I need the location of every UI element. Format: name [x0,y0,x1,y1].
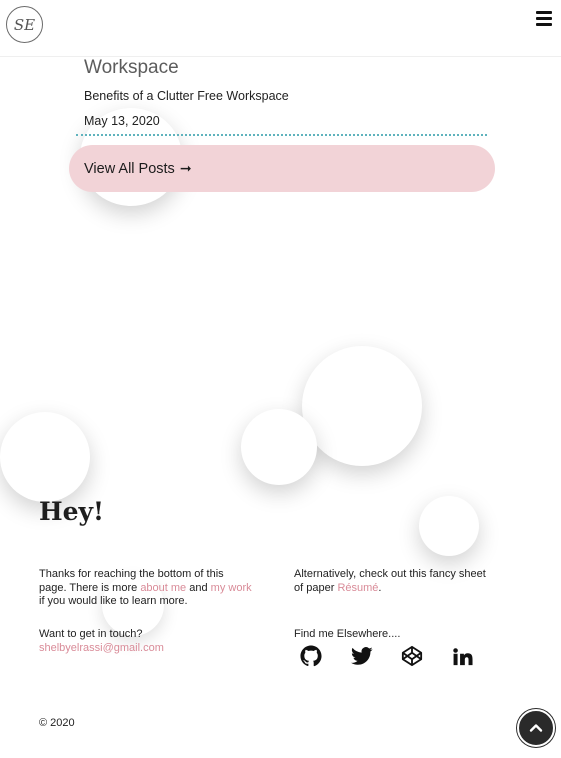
footer-resume-text: Alternatively, check out this fancy shee… [294,568,486,594]
twitter-icon[interactable] [351,645,373,667]
post-subtitle: Benefits of a Clutter Free Workspace [84,89,289,103]
post-divider [76,134,487,136]
decorative-bubble [302,346,422,466]
footer-contact-text: Want to get in touch? shelbyelrassi@gmai… [39,628,164,654]
logo-monogram: SE [13,15,36,34]
site-logo[interactable]: SE [6,6,43,43]
resume-link[interactable]: Résumé [337,582,378,594]
hamburger-menu-icon[interactable] [536,11,552,26]
find-me-elsewhere-label: Find me Elsewhere.... [294,628,401,640]
linkedin-icon[interactable] [451,645,473,667]
post-title[interactable]: Workspace [84,57,179,79]
about-me-link[interactable]: about me [140,582,186,594]
codepen-icon[interactable] [401,645,423,667]
decorative-bubble [241,409,317,485]
email-link[interactable]: shelbyelrassi@gmail.com [39,642,164,654]
chevron-up-icon [529,724,543,732]
footer-intro-text: Thanks for reaching the bottom of this p… [39,568,252,607]
my-work-link[interactable]: my work [211,582,252,594]
post-date: May 13, 2020 [84,114,160,128]
view-all-posts-button[interactable]: View All Posts ➞ [69,145,495,192]
copyright-text: © 2020 [39,717,75,729]
decorative-bubble [0,412,90,502]
github-icon[interactable] [300,645,322,667]
back-to-top-button[interactable] [517,709,555,747]
arrow-right-icon: ➞ [179,160,192,176]
view-all-posts-label: View All Posts [84,160,175,177]
site-header: SE [0,0,561,57]
decorative-bubble [419,496,479,556]
footer-heading: Hey! [39,497,105,526]
